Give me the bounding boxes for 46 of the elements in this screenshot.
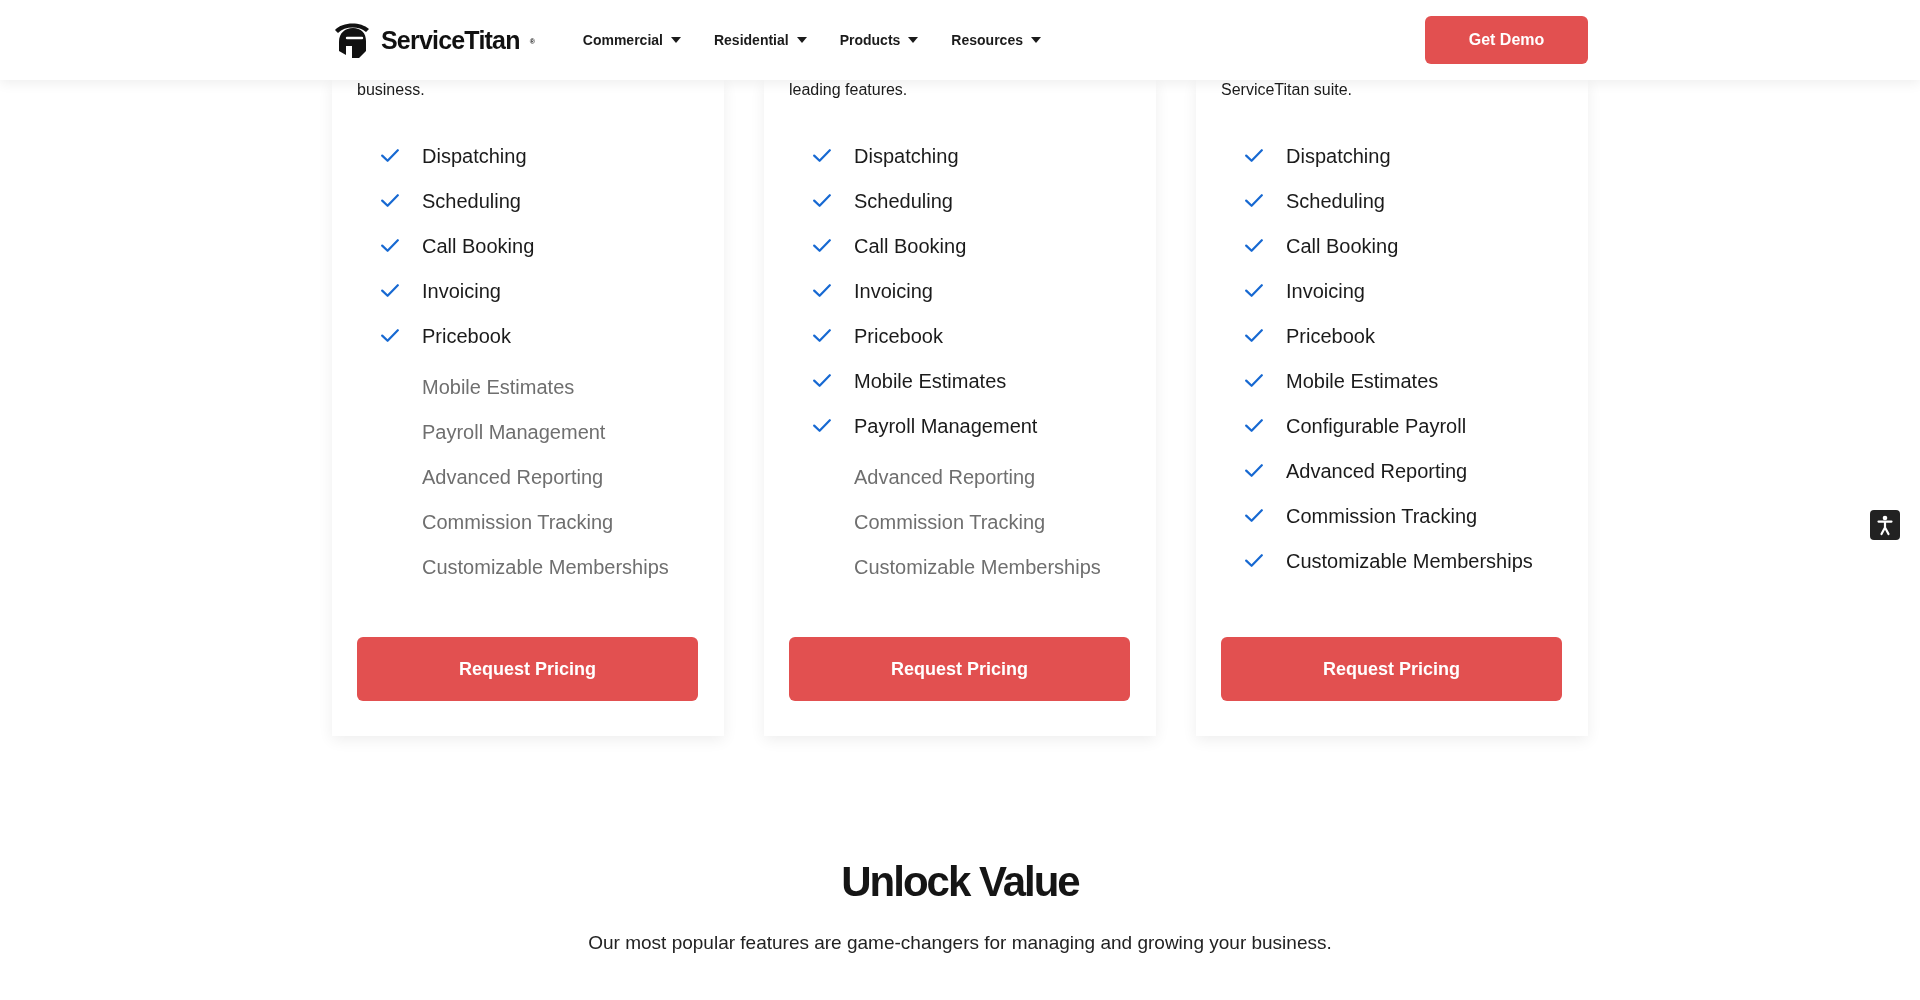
feature-label: Payroll Management [854,413,1038,438]
feature-label: Customizable Memberships [422,554,669,579]
feature-label: Dispatching [854,143,959,168]
request-pricing-button[interactable]: Request Pricing [1221,637,1562,701]
feature-label: Payroll Management [422,419,606,444]
feature-label: Mobile Estimates [1286,368,1439,393]
nav-menu-link[interactable]: Products [839,32,919,48]
feature-label: Scheduling [854,188,953,213]
feature-label: Mobile Estimates [422,374,575,399]
feature-label: Customizable Memberships [854,554,1101,579]
feature-label: Call Booking [854,233,967,258]
feature-label: Dispatching [422,143,527,168]
plan-description: ServiceTitan suite. [1221,80,1352,100]
feature-label: Scheduling [1286,188,1385,213]
feature-label: Commission Tracking [422,509,614,534]
accessibility-icon [1870,510,1900,540]
feature-label: Scheduling [422,188,521,213]
feature-label: Commission Tracking [854,509,1046,534]
nav-menu-link[interactable]: Residential [713,32,807,48]
feature-label: Invoicing [854,278,933,303]
section-subtitle: Our most popular features are game-changers for managing and growing your business. [588,931,1332,955]
accessibility-button[interactable] [1870,510,1900,540]
feature-label: Dispatching [1286,143,1391,168]
feature-label: Call Booking [1286,233,1399,258]
feature-label: Pricebook [854,323,943,348]
feature-label: Advanced Reporting [422,464,604,489]
section-title: Unlock Value [841,857,1079,907]
feature-label: Customizable Memberships [1286,548,1533,573]
feature-label: Invoicing [422,278,501,303]
feature-label: Pricebook [422,323,511,348]
nav-menu-link[interactable]: Commercial [582,32,681,48]
feature-label: Configurable Payroll [1286,413,1467,438]
feature-label: Advanced Reporting [1286,458,1468,483]
get-demo-button[interactable]: Get Demo [1425,16,1588,64]
feature-label: Commission Tracking [1286,503,1478,528]
feature-label: Invoicing [1286,278,1365,303]
plan-description: leading features. [789,80,908,100]
feature-label: Pricebook [1286,323,1375,348]
request-pricing-button[interactable]: Request Pricing [357,637,698,701]
feature-label: Advanced Reporting [854,464,1036,489]
request-pricing-button[interactable]: Request Pricing [789,637,1130,701]
feature-label: Call Booking [422,233,535,258]
nav-menu-link[interactable]: Resources [951,32,1041,48]
plan-description: business. [357,80,425,100]
feature-label: Mobile Estimates [854,368,1007,393]
logo-link[interactable]: ServiceTitan$^{®}$ [332,21,535,59]
